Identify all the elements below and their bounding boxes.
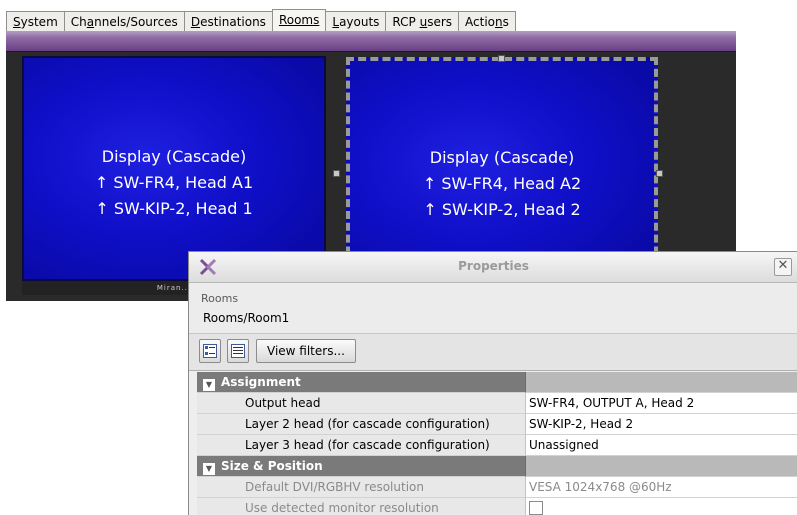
properties-toolbar: View filters... [189,334,797,371]
resize-handle-right[interactable] [656,170,663,177]
section-label: Assignment [221,375,301,389]
property-name: Use detected monitor resolution [197,498,526,515]
tab-actions[interactable]: Actions [458,11,516,31]
tab-channels-label: nnels/Sources [94,15,178,29]
display-2-head-2: ↑ SW-KIP-2, Head 2 [423,200,581,219]
use-detected-resolution-checkbox [529,501,543,515]
close-icon[interactable]: ✕ [774,258,792,276]
view-filters-button[interactable]: View filters... [256,339,356,363]
breadcrumb: Rooms Rooms/Room1 [189,283,797,334]
display-1-title: Display (Cascade) [101,147,247,166]
tab-rooms-label: ooms [286,13,320,27]
header-bar [6,31,736,51]
properties-titlebar[interactable]: Properties ✕ [189,252,797,283]
tab-system-accel: S [13,15,21,29]
section-size-position[interactable]: ▼ Size & Position [197,456,797,477]
list-icon [231,344,245,358]
tab-actions-pre: Actio [465,15,496,29]
tab-channels-accel: a [86,15,95,29]
property-value[interactable]: Unassigned [526,435,797,456]
resize-handle-top[interactable] [498,55,505,62]
properties-title: Properties [458,259,529,273]
tab-destinations-accel: D [190,15,201,29]
collapse-icon[interactable]: ▼ [203,463,215,475]
tab-rooms[interactable]: Rooms [271,9,327,31]
property-row: Default DVI/RGBHV resolution VESA 1024x7… [197,477,797,498]
tab-rcp-pre: RCP [392,15,420,29]
property-grid: ▼ Assignment Output head SW-FR4, OUTPUT A… [197,372,797,515]
tab-channels-pre: Ch [70,15,87,29]
tab-rcp-label: sers [427,15,453,29]
tab-layouts[interactable]: Layouts [325,11,387,31]
property-name: Default DVI/RGBHV resolution [197,477,526,498]
display-2-head-1: ↑ SW-FR4, Head A2 [422,174,582,193]
property-row[interactable]: Layer 3 head (for cascade configuration)… [197,435,797,456]
tab-bar: System Channels/Sources Destinations Roo… [6,9,736,31]
property-value: VESA 1024x768 @60Hz [526,477,797,498]
tab-actions-accel: n [495,15,503,29]
property-name: Output head [197,393,526,414]
display-1-head-2: ↑ SW-KIP-2, Head 1 [95,199,253,218]
tab-system-label: ystem [20,15,58,29]
property-value[interactable]: SW-KIP-2, Head 2 [526,414,797,435]
properties-window: Properties ✕ Rooms Rooms/Room1 View filt… [188,251,797,515]
property-row[interactable]: Output head SW-FR4, OUTPUT A, Head 2 [197,393,797,414]
breadcrumb-path: Rooms/Room1 [203,311,290,325]
section-assignment[interactable]: ▼ Assignment [197,372,797,393]
tab-layouts-label: ayouts [339,15,380,29]
collapse-icon[interactable]: ▼ [203,379,215,391]
property-name: Layer 2 head (for cascade configuration) [197,414,526,435]
tab-system[interactable]: System [6,11,65,31]
property-value[interactable]: SW-FR4, OUTPUT A, Head 2 [526,393,797,414]
tab-destinations[interactable]: Destinations [183,11,273,31]
categorized-icon [203,344,217,358]
display-2-title: Display (Cascade) [429,148,575,167]
property-row: Use detected monitor resolution [197,498,797,515]
tab-rooms-accel: R [278,13,287,27]
property-row[interactable]: Layer 2 head (for cascade configuration)… [197,414,797,435]
tab-destinations-label: estinations [200,15,266,29]
breadcrumb-label: Rooms [201,292,239,305]
tab-channels-sources[interactable]: Channels/Sources [63,11,185,31]
display-1-head-1: ↑ SW-FR4, Head A1 [94,173,254,192]
section-label: Size & Position [221,459,323,473]
list-view-button[interactable] [227,339,249,363]
display-1[interactable]: Display (Cascade) ↑ SW-FR4, Head A1 ↑ SW… [22,56,326,281]
resize-handle-left[interactable] [333,170,340,177]
tab-actions-label: s [502,15,509,29]
property-name: Layer 3 head (for cascade configuration) [197,435,526,456]
tab-rcp-users[interactable]: RCP users [385,11,460,31]
categorized-view-button[interactable] [199,339,221,363]
